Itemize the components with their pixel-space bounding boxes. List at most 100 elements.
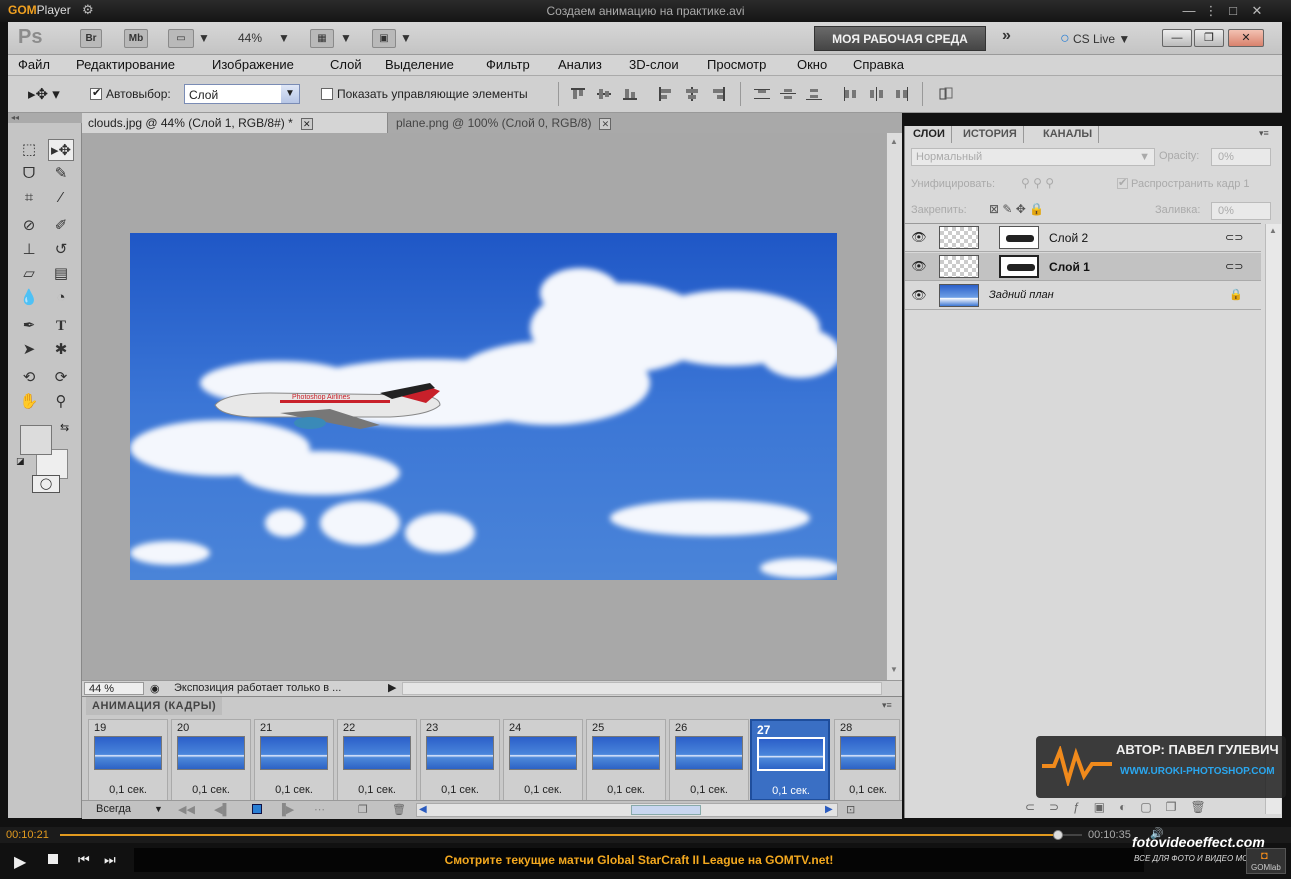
autoselect-target-select[interactable]: Слой ▼ xyxy=(184,84,300,104)
hand-tool-icon[interactable]: ✋ xyxy=(16,391,42,413)
tab-history[interactable]: ИСТОРИЯ xyxy=(957,126,1024,143)
animation-frame[interactable]: 21 0,1 сек. xyxy=(254,719,334,801)
play-icon[interactable]: ▶ xyxy=(14,852,26,872)
stop-icon[interactable] xyxy=(48,854,58,864)
chevron-down-icon[interactable]: ▼ xyxy=(278,31,290,45)
align-hcenter-icon[interactable] xyxy=(684,87,700,101)
show-controls-checkbox[interactable] xyxy=(321,88,333,100)
align-bottom-icon[interactable] xyxy=(622,87,638,101)
duplicate-frame-icon[interactable]: ❐ xyxy=(358,803,368,816)
unify-position-icon[interactable]: ⚲ ⚲ ⚲ xyxy=(1021,176,1054,190)
document-canvas[interactable]: Photoshop Airlines xyxy=(130,233,837,580)
frame-delay[interactable]: 0,1 сек. xyxy=(421,784,499,796)
timeline-mode-icon[interactable]: ⊡ xyxy=(846,803,855,816)
layers-scrollbar[interactable]: ▲ xyxy=(1265,224,1281,814)
menu-3d[interactable]: 3D-слои xyxy=(629,57,679,72)
previous-icon[interactable]: ⏮ xyxy=(78,852,90,868)
auto-align-icon[interactable] xyxy=(938,87,954,101)
more-workspaces-icon[interactable]: » xyxy=(1002,27,1011,45)
panel-menu-icon[interactable]: ▾≡ xyxy=(1259,128,1269,139)
lasso-tool-icon[interactable]: ᗜ xyxy=(16,163,42,185)
frame-delay[interactable]: 0,1 сек. xyxy=(670,784,748,796)
animation-frame[interactable]: 24 0,1 сек. xyxy=(503,719,583,801)
scroll-down-icon[interactable]: ▼ xyxy=(890,665,898,674)
seek-knob[interactable] xyxy=(1053,830,1064,840)
shape-tool-icon[interactable]: ✱ xyxy=(48,339,74,361)
animation-frame[interactable]: 28 0,1 сек. xyxy=(834,719,900,801)
scroll-up-icon[interactable]: ▲ xyxy=(890,137,898,146)
panel-collapse-icon[interactable]: ◂◂ xyxy=(8,113,82,123)
view-extras-button[interactable]: ▭ xyxy=(168,29,194,48)
frame-delay[interactable]: 0,1 сек. xyxy=(587,784,665,796)
dodge-tool-icon[interactable]: ◔ xyxy=(48,287,74,309)
horizontal-scrollbar[interactable] xyxy=(402,682,882,695)
lock-icons[interactable]: ⊠ ✎ ✥ 🔒 xyxy=(989,202,1044,216)
gomlab-button[interactable]: GOMlab ◘ xyxy=(1246,848,1286,874)
layer-row-layer1[interactable]: 👁 Слой 1 ⊂⊃ xyxy=(905,253,1261,281)
status-menu-arrow-icon[interactable]: ▶ xyxy=(388,681,396,694)
seek-bar[interactable] xyxy=(60,830,1082,840)
distribute-vcenter-icon[interactable] xyxy=(780,87,796,101)
next-frame-icon[interactable]: ▐▶ xyxy=(278,803,294,816)
zoom-field[interactable]: 44 % xyxy=(84,682,144,695)
default-colors-icon[interactable]: ◪ xyxy=(16,456,25,467)
layer-row-layer2[interactable]: 👁 Слой 2 ⊂⊃ xyxy=(905,224,1261,252)
animation-frame[interactable]: 26 0,1 сек. xyxy=(669,719,749,801)
workspace-button[interactable]: МОЯ РАБОЧАЯ СРЕДА xyxy=(814,26,986,51)
frames-scrollbar[interactable]: ◀ ▶ xyxy=(416,803,838,817)
marquee-tool-icon[interactable]: ⬚ xyxy=(16,139,42,161)
scroll-left-icon[interactable]: ◀ xyxy=(419,804,427,815)
propagate-checkbox[interactable]: ✔ xyxy=(1117,177,1128,189)
animation-panel-tab[interactable]: АНИМАЦИЯ (КАДРЫ) xyxy=(86,697,223,715)
frame-delay[interactable]: 0,1 сек. xyxy=(752,785,830,797)
animation-frame[interactable]: 25 0,1 сек. xyxy=(586,719,666,801)
tab-layers[interactable]: СЛОИ xyxy=(907,126,952,143)
prev-frame-icon[interactable]: ◀▌ xyxy=(214,803,230,816)
player-ad-banner[interactable]: Смотрите текущие матчи Global StarCraft … xyxy=(134,848,1144,872)
opacity-field[interactable]: 0% xyxy=(1211,148,1271,166)
menu-select[interactable]: Выделение xyxy=(385,57,454,72)
close-tab-icon[interactable]: ✕ xyxy=(300,118,313,130)
distribute-hcenter-icon[interactable] xyxy=(868,87,884,101)
cs-live-button[interactable]: ○ CS Live ▼ xyxy=(1060,30,1130,48)
eyedropper-tool-icon[interactable]: ⁄ xyxy=(48,187,74,209)
move-tool-preset-icon[interactable]: ▸✥ ▾ xyxy=(28,85,60,103)
menu-layer[interactable]: Слой xyxy=(330,57,362,72)
quick-select-tool-icon[interactable]: ✎ xyxy=(48,163,74,185)
animation-frame-selected[interactable]: 27 0,1 сек. xyxy=(750,719,830,801)
scroll-thumb[interactable] xyxy=(631,805,701,815)
stop-icon[interactable] xyxy=(252,804,262,814)
chevron-down-icon[interactable]: ▼ xyxy=(154,804,163,814)
close-tab-icon[interactable]: ✕ xyxy=(599,118,612,130)
delete-frame-icon[interactable]: 🗑 xyxy=(392,803,406,816)
bridge-button[interactable]: Br xyxy=(80,29,102,48)
ps-close-button[interactable]: ✕ xyxy=(1228,29,1264,47)
animation-frame[interactable]: 19 0,1 сек. xyxy=(88,719,168,801)
arrange-documents-button[interactable]: ▦ xyxy=(310,29,334,48)
chevron-down-icon[interactable]: ▼ xyxy=(340,31,352,45)
menu-help[interactable]: Справка xyxy=(853,57,904,72)
tween-icon[interactable]: ⋯ xyxy=(314,803,325,816)
screen-mode-button[interactable]: ▣ xyxy=(372,29,396,48)
canvas-vertical-scrollbar[interactable]: ▲ ▼ xyxy=(886,133,902,680)
eye-icon[interactable]: 👁 xyxy=(911,288,927,304)
ps-restore-button[interactable]: ❐ xyxy=(1194,29,1224,47)
menu-analysis[interactable]: Анализ xyxy=(558,57,602,72)
layer-action-icons[interactable]: ⊂⊃ƒ▣◐▢❐🗑 xyxy=(1025,800,1220,814)
brush-tool-icon[interactable]: ✐ xyxy=(48,215,74,237)
distribute-top-icon[interactable] xyxy=(754,87,770,101)
stamp-tool-icon[interactable]: ⊥ xyxy=(16,239,42,261)
type-tool-icon[interactable]: T xyxy=(48,315,74,337)
layer-row-background[interactable]: 👁 Задний план 🔒 xyxy=(905,282,1261,310)
compact-mode-icon[interactable]: ⋮ xyxy=(1202,2,1220,20)
frame-delay[interactable]: 0,1 сек. xyxy=(835,784,901,796)
menu-filter[interactable]: Фильтр xyxy=(486,57,530,72)
frame-delay[interactable]: 0,1 сек. xyxy=(504,784,582,796)
align-left-icon[interactable] xyxy=(658,87,674,101)
animation-frame[interactable]: 23 0,1 сек. xyxy=(420,719,500,801)
next-icon[interactable]: ⏭ xyxy=(104,852,116,868)
link-icon[interactable]: ⊂⊃ xyxy=(1225,260,1243,273)
3d-orbit-tool-icon[interactable]: ⟳ xyxy=(48,367,74,389)
move-tool-icon[interactable]: ▸✥ xyxy=(48,139,74,161)
status-info-icon[interactable]: ◉ xyxy=(150,682,160,695)
